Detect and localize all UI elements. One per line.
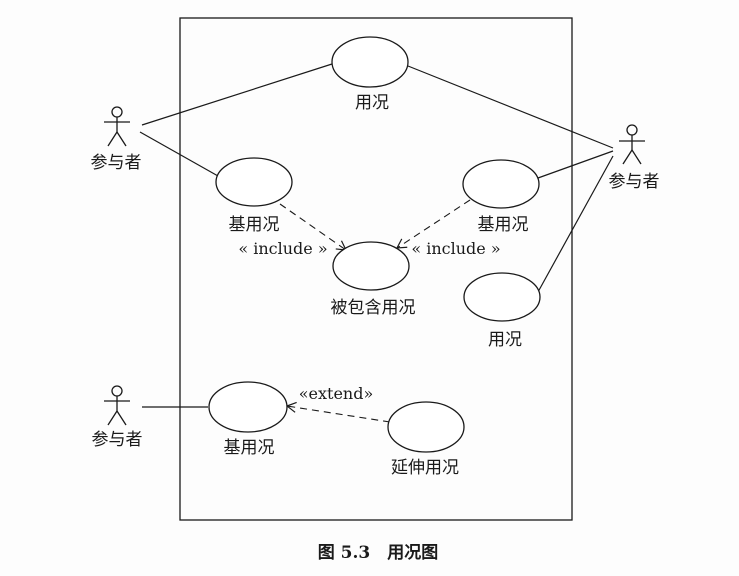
extend-dependency [285, 401, 391, 423]
base-use-case-left [215, 157, 293, 207]
diagram-canvas: 参与者 参与者 参与者 用况 基用况 被包含用况 基用况 用况 基用况 延伸用况… [0, 0, 739, 576]
use-case-top [331, 36, 409, 88]
use-case-label: 延伸用况 [391, 458, 459, 478]
association-actor2-baseusecase [537, 150, 614, 179]
association-actor1-usecase-top [141, 63, 333, 126]
actor-left-bottom [104, 385, 130, 426]
include-stereotype-left: « include » [238, 239, 327, 258]
figure-caption: 图 5.3 用况图 [318, 543, 439, 563]
use-case-label: 基用况 [224, 438, 275, 458]
extend-stereotype: «extend» [299, 384, 374, 403]
use-case-label: 用况 [488, 330, 522, 350]
extending-use-case [387, 401, 465, 453]
include-stereotype-right: « include » [411, 239, 500, 258]
use-case-right [463, 272, 541, 322]
actor-label: 参与者 [609, 172, 660, 192]
association-actor1-baseusecase [139, 131, 219, 177]
actor-label: 参与者 [91, 153, 142, 173]
use-case-diagram: 参与者 参与者 参与者 用况 基用况 被包含用况 基用况 用况 基用况 延伸用况… [91, 17, 660, 563]
included-use-case [332, 241, 410, 291]
use-case-label: 被包含用况 [331, 298, 416, 318]
use-case-label: 用况 [355, 93, 389, 113]
actor-label: 参与者 [92, 430, 143, 450]
association-actor2-usecase-top [407, 65, 614, 149]
base-use-case-right [462, 159, 540, 209]
actor-left-top [104, 106, 130, 147]
base-use-case-bottom [208, 381, 288, 433]
use-case-label: 基用况 [478, 215, 529, 235]
association-actor2-usecase-right [537, 155, 614, 293]
actor-right [619, 124, 645, 165]
use-case-label: 基用况 [229, 215, 280, 235]
